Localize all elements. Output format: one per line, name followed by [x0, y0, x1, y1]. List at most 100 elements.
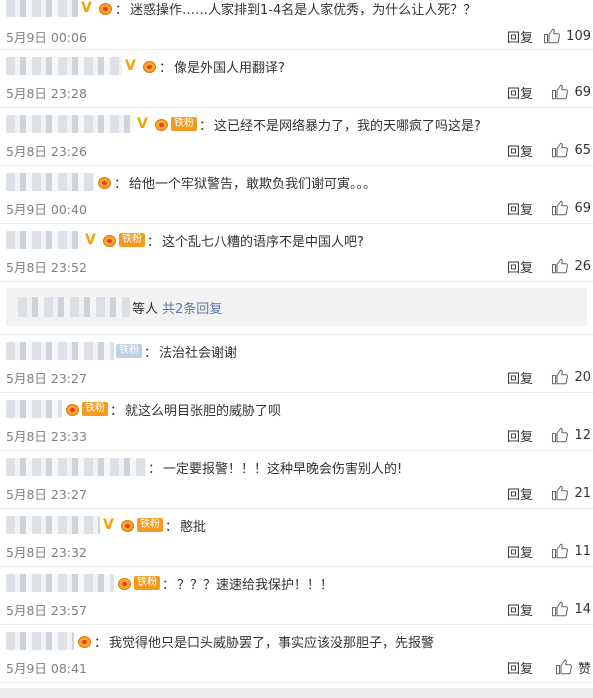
- username-link[interactable]: [6, 115, 134, 133]
- comment-text: 我觉得他只是口头威胁罢了，事实应该没那胆子，先报警: [109, 635, 435, 651]
- comment-item: 铁粉：法治社会谢谢 5月8日 23:27 回复 20: [0, 335, 593, 393]
- like-count: 21: [574, 485, 591, 501]
- comment-text: 法治社会谢谢: [159, 345, 238, 361]
- like-count: 65: [574, 142, 591, 158]
- reply-button[interactable]: 回复: [507, 199, 533, 218]
- colon-separator: ：: [159, 60, 173, 76]
- comment-footer: 5月8日 23:33 回复 12: [6, 426, 593, 445]
- like-count: 14: [574, 601, 591, 617]
- comment-text: 这个乱七八糟的语序不是中国人吧?: [162, 234, 364, 250]
- like-button[interactable]: 赞: [555, 658, 591, 677]
- comment-item: ：给他一个牢狱警告，敢欺负我们谢可寅。。。 5月9日 00:40 回复 69: [0, 166, 593, 224]
- thumbs-up-icon: [552, 200, 569, 216]
- comment-text: 迷惑操作……人家排到1-4名是人家优秀，为什么让人死？？: [130, 2, 477, 18]
- like-button[interactable]: 69: [551, 199, 591, 217]
- colon-separator: ：: [199, 118, 213, 134]
- thumbs-up-icon: [552, 369, 569, 385]
- comment-item: V 铁粉：憨批 5月8日 23:32 回复 11: [0, 509, 593, 567]
- verified-v-icon: V: [137, 116, 148, 132]
- comment-time: 5月9日 08:41: [6, 660, 87, 676]
- comment-footer: 5月9日 00:40 回复 69: [6, 199, 593, 218]
- comment-header: 铁粉：？？？速速给我保护！！！: [6, 573, 587, 593]
- comment-footer: 5月8日 23:26 回复 65: [6, 141, 593, 160]
- reply-button[interactable]: 回复: [507, 141, 533, 160]
- reply-button[interactable]: 回复: [507, 83, 533, 102]
- thumbs-up-icon: [555, 659, 572, 675]
- like-count: 11: [574, 543, 591, 559]
- username-link[interactable]: [6, 516, 100, 534]
- like-button[interactable]: 65: [551, 141, 591, 159]
- colon-separator: ：: [114, 176, 128, 192]
- comment-footer: 5月8日 23:52 回复 26: [6, 257, 593, 276]
- colon-separator: ：: [144, 345, 158, 361]
- colon-separator: ：: [165, 519, 179, 535]
- reply-button[interactable]: 回复: [507, 426, 533, 445]
- comment-text: 这已经不是网络暴力了，我的天哪疯了吗这是?: [214, 118, 481, 134]
- like-button[interactable]: 11: [551, 542, 591, 560]
- more-replies-link[interactable]: 共2条回复: [162, 298, 222, 317]
- comment-item: 铁粉：就这么明目张胆的威胁了呗 5月8日 23:33 回复 12: [0, 393, 593, 451]
- replier-avatars: [18, 297, 130, 317]
- like-button[interactable]: 109: [543, 27, 591, 45]
- like-button[interactable]: 21: [551, 484, 591, 502]
- reply-button[interactable]: 回复: [507, 600, 533, 619]
- like-button[interactable]: 20: [551, 368, 591, 386]
- thumbs-up-icon: [544, 28, 561, 44]
- reply-button[interactable]: 回复: [507, 257, 533, 276]
- colon-separator: ：: [148, 461, 162, 477]
- divider: [0, 326, 593, 335]
- username-link[interactable]: [6, 400, 62, 418]
- comment-header: ：一定要报警！！！这种早晚会伤害别人的!: [6, 457, 587, 477]
- comment-header: 铁粉：法治社会谢谢: [6, 341, 587, 361]
- username-link[interactable]: [6, 0, 78, 17]
- reply-button[interactable]: 回复: [507, 27, 533, 46]
- reply-button[interactable]: 回复: [507, 542, 533, 561]
- reply-button[interactable]: 回复: [507, 484, 533, 503]
- colon-separator: ：: [110, 403, 124, 419]
- username-link[interactable]: [6, 173, 94, 191]
- more-replies-bar[interactable]: 等人 共2条回复: [6, 288, 587, 326]
- thumbs-up-icon: [552, 485, 569, 501]
- username-link[interactable]: [6, 342, 114, 360]
- like-count: 69: [574, 200, 591, 216]
- bottom-edge: [0, 688, 593, 698]
- comment-header: ：给他一个牢狱警告，敢欺负我们谢可寅。。。: [6, 172, 587, 192]
- thumbs-up-icon: [552, 258, 569, 274]
- like-count: 109: [566, 28, 591, 44]
- comment-header: V 铁粉：这个乱七八糟的语序不是中国人吧?: [6, 230, 587, 250]
- comment-time: 5月8日 23:26: [6, 143, 87, 159]
- comment-item: V ：像是外国人用翻译? 5月8日 23:28 回复 69: [0, 50, 593, 108]
- fan-badge: 铁粉: [134, 576, 160, 590]
- fan-medal-icon: [65, 402, 80, 417]
- username-link[interactable]: [6, 231, 82, 249]
- fan-badge: 铁粉: [137, 518, 163, 532]
- comment-header: V ：迷惑操作……人家排到1-4名是人家优秀，为什么让人死？？: [6, 0, 587, 18]
- comment-footer: 5月8日 23:32 回复 11: [6, 542, 593, 561]
- username-link[interactable]: [6, 574, 114, 592]
- comment-time: 5月9日 00:40: [6, 201, 87, 217]
- username-link[interactable]: [6, 632, 74, 650]
- thumbs-up-icon: [552, 427, 569, 443]
- username-link[interactable]: [6, 57, 122, 75]
- like-button[interactable]: 69: [551, 83, 591, 101]
- like-button[interactable]: 12: [551, 426, 591, 444]
- like-count: 26: [574, 258, 591, 274]
- reply-button[interactable]: 回复: [507, 368, 533, 387]
- fan-medal-icon: [142, 59, 157, 74]
- comment-text: 一定要报警！！！这种早晚会伤害别人的!: [163, 461, 403, 477]
- comment-text: 像是外国人用翻译?: [174, 60, 285, 76]
- fan-medal-icon: [98, 1, 113, 16]
- comment-list: V：迷惑操作……人家排到1-4名是人家优秀，为什么让人死？？ 5月9日 00:06…: [0, 0, 593, 683]
- fan-medal-icon: [102, 233, 117, 248]
- like-count: 12: [574, 427, 591, 443]
- colon-separator: ：: [94, 635, 108, 651]
- comment-time: 5月8日 23:57: [6, 602, 87, 618]
- verified-v-icon: V: [81, 0, 92, 16]
- reply-button[interactable]: 回复: [507, 658, 533, 677]
- username-link[interactable]: [6, 458, 146, 476]
- like-button[interactable]: 14: [551, 600, 591, 618]
- fan-badge: 铁粉: [116, 344, 142, 358]
- like-button[interactable]: 26: [551, 257, 591, 275]
- comment-time: 5月9日 00:06: [6, 29, 87, 45]
- comment-footer: 5月8日 23:57 回复 14: [6, 600, 593, 619]
